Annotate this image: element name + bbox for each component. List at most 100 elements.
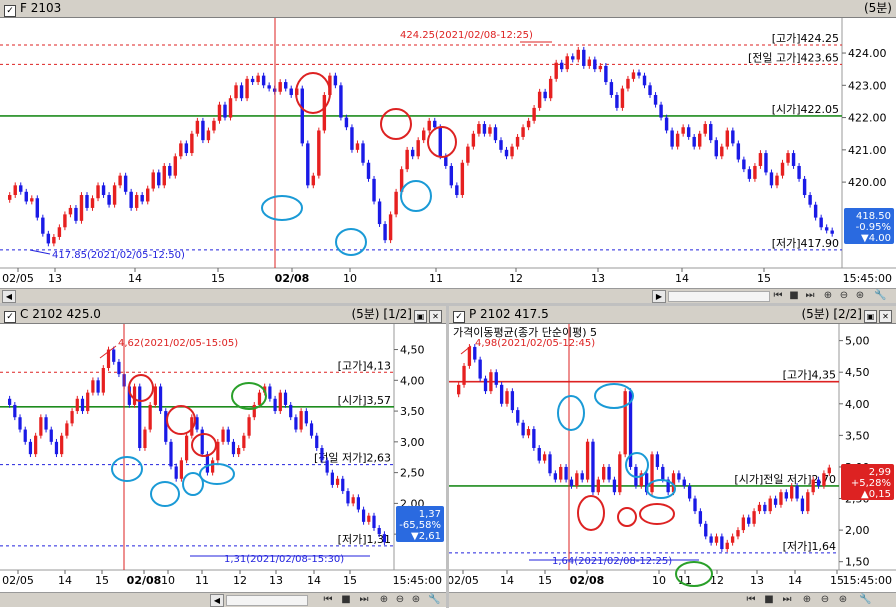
scroll-left-button[interactable]: ◀: [210, 594, 224, 607]
candle-body: [604, 65, 608, 83]
left-candlestick-chart[interactable]: 4,504,003,503,002,502,001,50[고가]4,13[시가]…: [0, 324, 446, 592]
candle-body: [60, 435, 64, 455]
candle-body: [725, 542, 729, 550]
candle-body: [283, 392, 288, 405]
x-tick-label: 02/08: [127, 574, 162, 587]
x-tick-label: 12: [509, 272, 523, 285]
candle-body: [54, 441, 59, 455]
first-page-icon[interactable]: ⏮: [772, 290, 784, 301]
top-candlestick-chart[interactable]: 424.00 423.00 422.00 421.00 420.00 [고가]424.25…: [0, 18, 896, 288]
candle-body: [714, 536, 719, 543]
candle-body: [366, 162, 371, 179]
zoom-out-icon[interactable]: ⊖: [819, 594, 831, 605]
top-chart-titlebar: ✓ F 2103 (5분): [0, 0, 896, 18]
last-page-icon[interactable]: ⏭: [358, 594, 370, 605]
wrench-icon[interactable]: 🔧: [859, 594, 871, 605]
first-page-icon[interactable]: ⏮: [322, 594, 334, 605]
close-icon[interactable]: ✕: [879, 310, 892, 323]
scroll-left-button[interactable]: ◀: [2, 290, 16, 303]
candle-body: [653, 94, 658, 105]
stop-icon[interactable]: ■: [788, 290, 800, 301]
wrench-icon[interactable]: 🔧: [874, 290, 886, 301]
x-tick-label: 14: [58, 574, 72, 587]
zoom-out-icon[interactable]: ⊖: [394, 594, 406, 605]
last-page-icon[interactable]: ⏭: [781, 594, 793, 605]
checkbox-icon[interactable]: ✓: [4, 5, 16, 17]
zoom-track[interactable]: [226, 595, 308, 606]
zoom-reset-icon[interactable]: ⊛: [410, 594, 422, 605]
time-label: 15:45:00: [843, 272, 892, 285]
candle-body: [117, 361, 121, 375]
candle-body: [687, 485, 692, 499]
candle-body: [808, 195, 812, 205]
candle-body: [44, 417, 48, 430]
candle-body: [612, 479, 617, 493]
x-tick-label: 02/08: [275, 272, 310, 285]
stop-icon[interactable]: ■: [340, 594, 352, 605]
candle-body: [372, 178, 376, 202]
candle-body: [75, 398, 79, 412]
checkbox-icon[interactable]: ✓: [453, 311, 465, 323]
extreme-annotation: 1,64(2021/02/08-12:25): [552, 556, 672, 567]
candle-body: [19, 185, 23, 192]
left-chart-interval[interactable]: (5분): [351, 307, 379, 321]
candle-body: [112, 185, 117, 205]
candle-body: [609, 82, 614, 95]
candle-body: [24, 191, 28, 202]
zoom-in-icon[interactable]: ⊕: [822, 290, 834, 301]
candle-body: [564, 466, 568, 480]
zoom-track[interactable]: [668, 291, 770, 302]
left-scrollbar[interactable]: ◀ ⏮ ■ ⏭ ⊕ ⊖ ⊛ 🔧: [0, 592, 446, 607]
candle-body: [587, 59, 592, 66]
right-chart-title: P 2102 417.5: [469, 307, 549, 321]
right-scrollbar[interactable]: ⏮ ■ ⏭ ⊕ ⊖ ⊛ 🔧: [449, 592, 896, 607]
candle-body: [190, 133, 194, 154]
candle-body: [526, 429, 531, 436]
candle-body: [382, 534, 387, 543]
x-tick-label: 13: [750, 574, 764, 587]
candle-body: [377, 528, 381, 535]
candle-body: [623, 391, 627, 455]
candle-body: [714, 140, 718, 157]
zoom-reset-icon[interactable]: ⊛: [837, 594, 849, 605]
candle-body: [129, 191, 133, 208]
restore-icon[interactable]: ▣: [864, 310, 877, 323]
right-candlestick-chart[interactable]: 5,004,504,003,503,002,502,001,50[고가]4,35…: [449, 324, 896, 592]
candle-body: [339, 85, 343, 118]
right-chart-interval[interactable]: (5분): [801, 307, 829, 321]
wrench-icon[interactable]: 🔧: [428, 594, 440, 605]
zoom-in-icon[interactable]: ⊕: [378, 594, 390, 605]
candle-body: [273, 398, 277, 412]
first-page-icon[interactable]: ⏮: [745, 594, 757, 605]
zoom-reset-icon[interactable]: ⊛: [854, 290, 866, 301]
candle-body: [356, 497, 360, 510]
close-icon[interactable]: ✕: [429, 310, 442, 323]
candle-body: [598, 65, 603, 70]
checkbox-icon[interactable]: ✓: [4, 311, 16, 323]
candle-body: [394, 191, 398, 215]
candle-body: [543, 91, 547, 99]
time-label: 15:45:00: [393, 574, 442, 587]
candle-body: [686, 127, 691, 137]
top-scrollbar[interactable]: ◀ ▶ ⏮ ■ ⏭ ⊕ ⊖ ⊛ 🔧: [0, 288, 896, 303]
scroll-right-button[interactable]: ▶: [652, 290, 666, 303]
price-tag-change-pct: -0.95%: [856, 222, 891, 233]
candle-body: [300, 88, 304, 144]
zoom-out-icon[interactable]: ⊖: [838, 290, 850, 301]
candle-body: [747, 169, 752, 179]
candle-body: [13, 404, 17, 418]
candle-body: [184, 143, 189, 154]
x-tick-label: 15: [538, 574, 552, 587]
candle-body: [212, 120, 216, 131]
stop-icon[interactable]: ■: [763, 594, 775, 605]
candle-body: [410, 149, 415, 157]
restore-icon[interactable]: ▣: [414, 310, 427, 323]
zoom-in-icon[interactable]: ⊕: [801, 594, 813, 605]
candle-body: [52, 236, 56, 244]
top-chart-interval[interactable]: (5분): [864, 0, 892, 17]
candle-body: [483, 378, 488, 392]
candle-body: [554, 62, 558, 79]
last-page-icon[interactable]: ⏭: [804, 290, 816, 301]
candle-body: [179, 460, 184, 479]
candle-body: [736, 143, 741, 160]
